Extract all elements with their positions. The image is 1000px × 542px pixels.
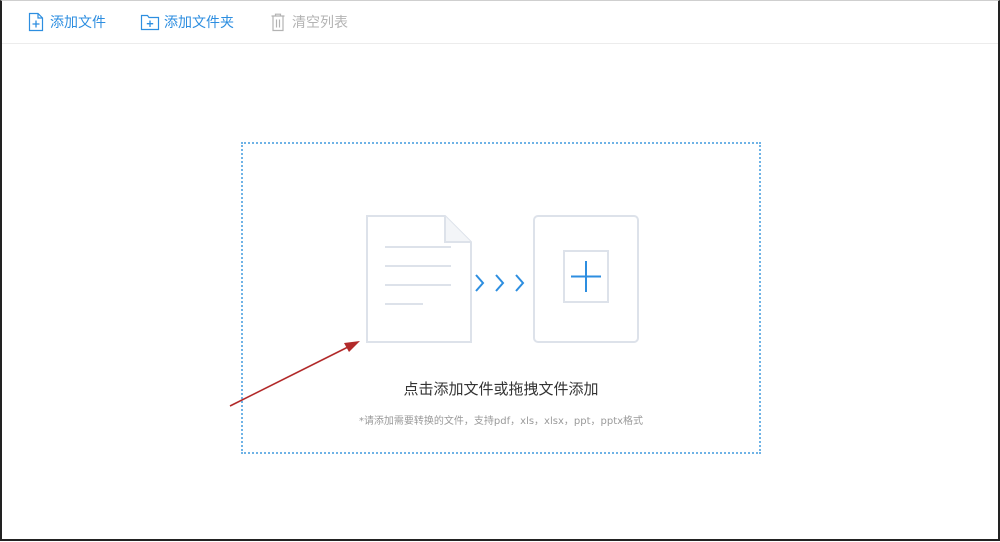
add-target-icon[interactable] [532, 214, 640, 348]
file-plus-icon [26, 12, 46, 32]
drop-zone-hint: *请添加需要转换的文件，支持pdf，xls，xlsx，ppt，pptx格式 [358, 416, 644, 427]
app-window: 添加文件 添加文件夹 清空列表 点击添加文件或拖拽文件添加 *请添加需要转换的文… [0, 0, 1000, 541]
trash-icon [268, 12, 288, 32]
toolbar: 添加文件 添加文件夹 清空列表 [2, 1, 998, 44]
folder-plus-icon [140, 12, 160, 32]
add-file-label: 添加文件 [50, 15, 106, 31]
clear-list-button[interactable]: 清空列表 [268, 10, 348, 34]
clear-list-label: 清空列表 [292, 15, 348, 31]
add-folder-label: 添加文件夹 [164, 15, 234, 31]
add-file-button[interactable]: 添加文件 [26, 10, 106, 34]
add-folder-button[interactable]: 添加文件夹 [140, 10, 234, 34]
chevrons-right-icon [472, 270, 530, 300]
drop-zone-title: 点击添加文件或拖拽文件添加 [403, 380, 599, 398]
document-icon [365, 214, 473, 348]
file-drop-zone[interactable]: 点击添加文件或拖拽文件添加 *请添加需要转换的文件，支持pdf，xls，xlsx… [241, 142, 761, 454]
